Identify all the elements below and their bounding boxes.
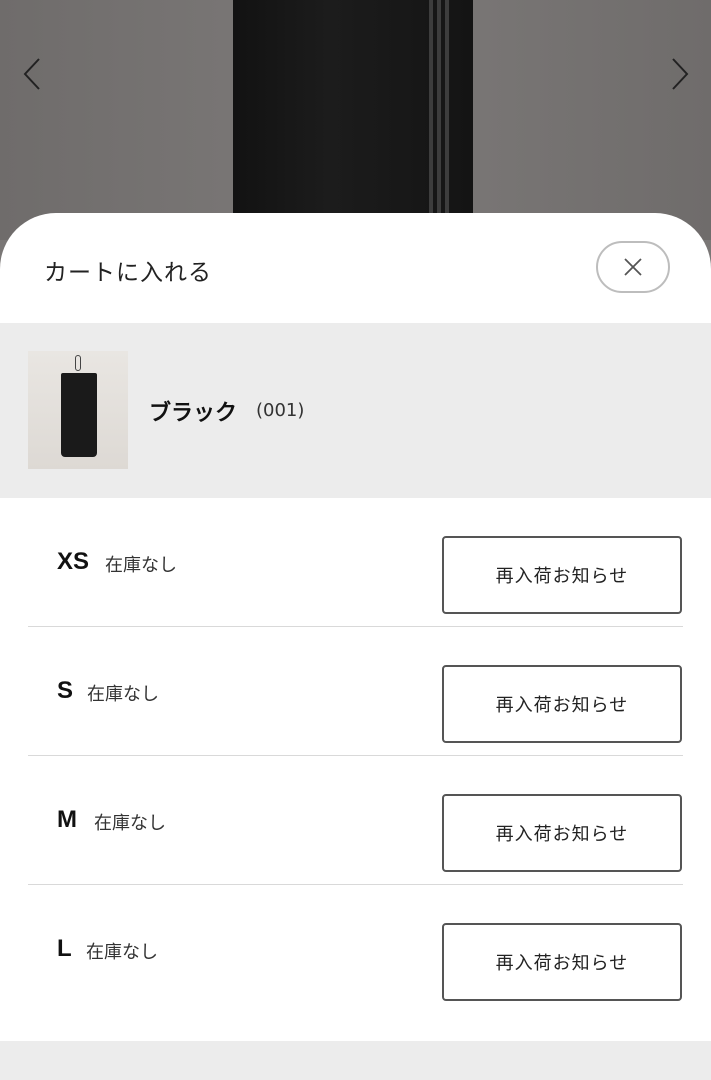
stock-status: 在庫なし [105,555,177,576]
size-label: S [57,677,74,704]
sheet-title: カートに入れる [44,260,212,286]
size-label: M [57,806,77,833]
carousel-prev-button[interactable] [14,56,50,92]
size-label: XS [57,548,90,575]
stock-status: 在庫なし [86,942,158,963]
restock-notify-button-s[interactable]: 再入荷お知らせ [442,665,682,743]
product-image-carousel [0,0,711,240]
carousel-next-button[interactable] [662,56,698,92]
restock-notify-button-m[interactable]: 再入荷お知らせ [442,794,682,872]
chevron-left-icon [23,58,40,90]
restock-notify-button-l[interactable]: 再入荷お知らせ [442,923,682,1001]
size-row-s: S 在庫なし 再入荷お知らせ [28,627,683,756]
sheet-header: カートに入れる [0,213,711,323]
stock-status: 在庫なし [87,684,159,705]
color-variant: ブラック (001) [0,323,711,498]
product-photo [233,0,473,240]
variant-color-name: ブラック [149,401,238,426]
stock-status: 在庫なし [94,813,166,834]
restock-notify-button-xs[interactable]: 再入荷お知らせ [442,536,682,614]
close-button[interactable] [596,241,670,293]
size-label: L [57,935,72,962]
close-icon [624,258,642,276]
size-list: XS 在庫なし 再入荷お知らせ S 在庫なし 再入荷お知らせ M 在庫なし 再入… [0,498,711,1014]
variant-color-code: (001) [256,400,305,421]
size-row-xs: XS 在庫なし 再入荷お知らせ [28,498,683,627]
add-to-cart-sheet: カートに入れる ブラック (001) XS 在庫なし 再入荷お知らせ S 在庫な… [0,213,711,1080]
variant-thumbnail [28,351,128,469]
size-row-m: M 在庫なし 再入荷お知らせ [28,756,683,885]
footer-band [0,1041,711,1080]
chevron-right-icon [672,58,689,90]
size-row-l: L 在庫なし 再入荷お知らせ [28,885,683,1014]
